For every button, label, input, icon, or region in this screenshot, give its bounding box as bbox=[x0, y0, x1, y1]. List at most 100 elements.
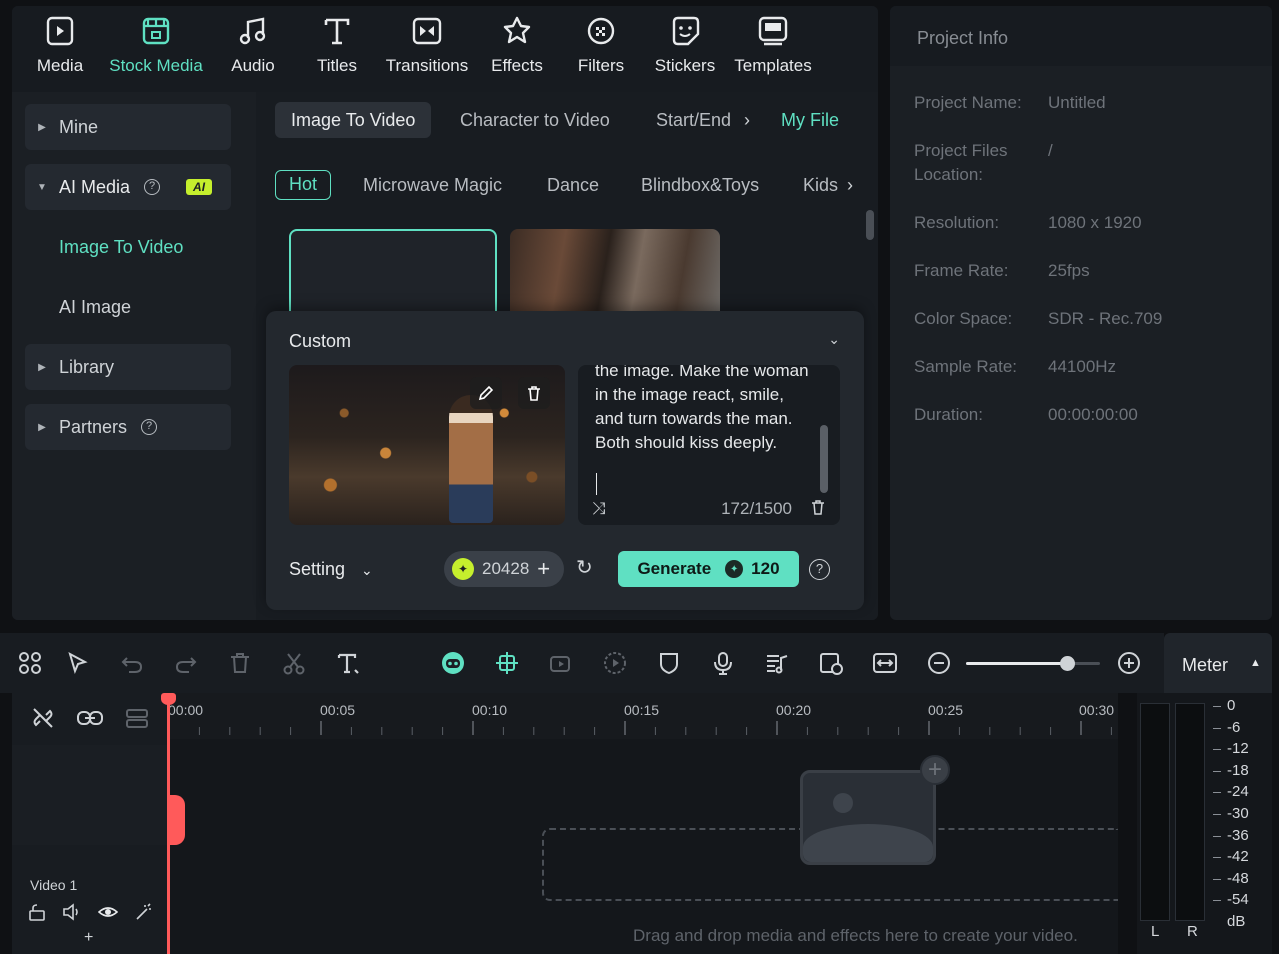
chevron-down-icon[interactable]: ⌄ bbox=[828, 331, 840, 348]
layout-grid-icon[interactable] bbox=[14, 647, 46, 679]
link-icon[interactable] bbox=[76, 705, 104, 736]
caret-right-icon: ▶ bbox=[38, 361, 46, 373]
shield-icon[interactable] bbox=[653, 647, 685, 679]
help-icon[interactable]: ? bbox=[141, 419, 158, 435]
meter-scale-label: dB bbox=[1227, 913, 1246, 930]
credits-balance[interactable]: ✦ 20428 + bbox=[444, 551, 564, 587]
undo-icon[interactable] bbox=[116, 647, 148, 679]
timeline-toolbar bbox=[0, 633, 1164, 693]
zoom-in-icon[interactable] bbox=[1113, 647, 1145, 679]
tab-my-file[interactable]: My File bbox=[781, 102, 839, 138]
toolbar-filters[interactable]: Filters bbox=[557, 14, 645, 76]
sidebar-item-image-to-video[interactable]: Image To Video bbox=[25, 224, 231, 270]
add-track-icon[interactable]: + bbox=[84, 929, 93, 947]
text-tool-icon[interactable] bbox=[332, 647, 364, 679]
preview-render-icon[interactable] bbox=[815, 647, 847, 679]
prompt-textarea[interactable]: the image. Make the woman in the image r… bbox=[578, 365, 840, 525]
caret-right-icon: ▶ bbox=[38, 421, 46, 433]
fit-timeline-icon[interactable] bbox=[869, 647, 901, 679]
unlink-icon[interactable] bbox=[30, 705, 56, 736]
chip-hot[interactable]: Hot bbox=[275, 170, 332, 200]
tab-image-to-video[interactable]: Image To Video bbox=[275, 102, 432, 138]
panel-title: Project Info bbox=[917, 28, 1009, 48]
stickers-icon bbox=[672, 16, 700, 46]
sidebar-item-ai-media[interactable]: ▼ AI Media ? AI bbox=[25, 164, 231, 210]
add-credits-icon[interactable]: + bbox=[537, 556, 550, 582]
speaker-icon[interactable] bbox=[62, 903, 82, 926]
template-thumbnail[interactable] bbox=[289, 229, 497, 319]
custom-generate-card: Custom ⌄ the image. Make the woman in th… bbox=[266, 311, 864, 610]
templates-icon bbox=[758, 16, 788, 46]
shuffle-icon[interactable]: ⤨ bbox=[592, 499, 606, 519]
delete-icon[interactable] bbox=[224, 647, 256, 679]
eye-icon[interactable] bbox=[97, 903, 119, 926]
meter-scale-tick bbox=[1213, 900, 1221, 902]
meter-scale-label: -12 bbox=[1227, 740, 1249, 758]
playback-icon[interactable] bbox=[599, 647, 631, 679]
meter-scale-tick bbox=[1213, 749, 1221, 751]
sidebar-item-library[interactable]: ▶ Library bbox=[25, 344, 231, 390]
credit-icon: ✦ bbox=[725, 560, 744, 578]
char-count: 172/1500 bbox=[721, 499, 792, 518]
help-icon[interactable]: ? bbox=[144, 179, 161, 195]
zoom-slider-handle[interactable] bbox=[1059, 656, 1075, 671]
meter-scale-tick bbox=[1213, 878, 1221, 880]
content-scrollbar[interactable] bbox=[866, 210, 874, 240]
chip-microwave-magic[interactable]: Microwave Magic bbox=[363, 170, 502, 200]
tabs-next-arrow[interactable]: › bbox=[744, 102, 750, 138]
meter-scale-tick bbox=[1213, 727, 1221, 729]
tab-character-to-video[interactable]: Character to Video bbox=[460, 102, 610, 138]
meter-scale-tick bbox=[1213, 792, 1221, 794]
toolbar-audio[interactable]: Audio bbox=[209, 14, 297, 76]
meter-scale-tick bbox=[1213, 770, 1221, 772]
tab-start-end[interactable]: Start/End bbox=[656, 102, 731, 138]
playhead-handle[interactable] bbox=[161, 693, 176, 705]
magic-wand-icon[interactable] bbox=[134, 903, 154, 926]
sidebar-item-partners[interactable]: ▶ Partners ? bbox=[25, 404, 231, 450]
sidebar: ▶ Mine ▼ AI Media ? AI Image To Video AI… bbox=[12, 92, 250, 620]
chip-dance[interactable]: Dance bbox=[547, 170, 599, 200]
track-label: Video 1 bbox=[30, 877, 78, 893]
time-ruler[interactable]: 00:00 00:05 00:10 00:15 00:20 00:25 00:3… bbox=[168, 693, 1118, 739]
toolbar-media[interactable]: Media bbox=[16, 14, 104, 76]
help-icon[interactable]: ? bbox=[809, 559, 830, 580]
chip-kids[interactable]: Kids bbox=[803, 170, 838, 200]
clear-prompt-icon[interactable] bbox=[810, 498, 826, 521]
toolbar-templates[interactable]: Templates bbox=[729, 14, 817, 76]
toolbar-effects[interactable]: Effects bbox=[473, 14, 561, 76]
sidebar-item-mine[interactable]: ▶ Mine bbox=[25, 104, 231, 150]
project-info-panel: Project Info Project Name: Untitled Proj… bbox=[890, 6, 1272, 620]
generate-button[interactable]: Generate ✦ 120 bbox=[618, 551, 799, 587]
microphone-icon[interactable] bbox=[707, 647, 739, 679]
toolbar-stock-media[interactable]: Stock Media bbox=[109, 14, 203, 76]
chips-next-arrow[interactable]: › bbox=[847, 170, 853, 200]
zoom-slider-track[interactable] bbox=[966, 656, 1100, 671]
meter-toggle[interactable]: Meter ▲ bbox=[1164, 633, 1272, 693]
refresh-icon[interactable]: ↻ bbox=[576, 555, 593, 580]
toolbar-transitions[interactable]: Transitions bbox=[383, 14, 471, 76]
caret-right-icon: ▶ bbox=[38, 121, 46, 133]
chip-blindbox-toys[interactable]: Blindbox&Toys bbox=[641, 170, 759, 200]
setting-dropdown[interactable]: Setting ⌄ bbox=[289, 559, 373, 580]
trash-icon[interactable] bbox=[518, 377, 550, 409]
caret-down-icon: ▼ bbox=[37, 181, 47, 193]
smart-cut-icon[interactable] bbox=[491, 647, 523, 679]
toolbar-stickers[interactable]: Stickers bbox=[641, 14, 729, 76]
lock-track-icon[interactable] bbox=[28, 903, 46, 926]
add-media-icon[interactable]: + bbox=[920, 755, 950, 785]
zoom-out-icon[interactable] bbox=[923, 647, 955, 679]
select-tool-icon[interactable] bbox=[62, 647, 94, 679]
meter-scale-label: -42 bbox=[1227, 848, 1249, 866]
track-manager-icon[interactable] bbox=[124, 705, 150, 736]
audio-list-icon[interactable] bbox=[761, 647, 793, 679]
redo-icon[interactable] bbox=[170, 647, 202, 679]
edit-icon[interactable] bbox=[470, 377, 502, 409]
prompt-scrollbar[interactable] bbox=[820, 425, 828, 493]
template-thumbnail[interactable] bbox=[510, 229, 720, 319]
ai-copilot-icon[interactable] bbox=[437, 647, 469, 679]
sidebar-item-ai-image[interactable]: AI Image bbox=[25, 284, 231, 330]
video-effect-icon[interactable] bbox=[545, 647, 577, 679]
playhead-marker[interactable] bbox=[168, 795, 185, 845]
toolbar-titles[interactable]: Titles bbox=[293, 14, 381, 76]
scissors-icon[interactable] bbox=[278, 647, 310, 679]
